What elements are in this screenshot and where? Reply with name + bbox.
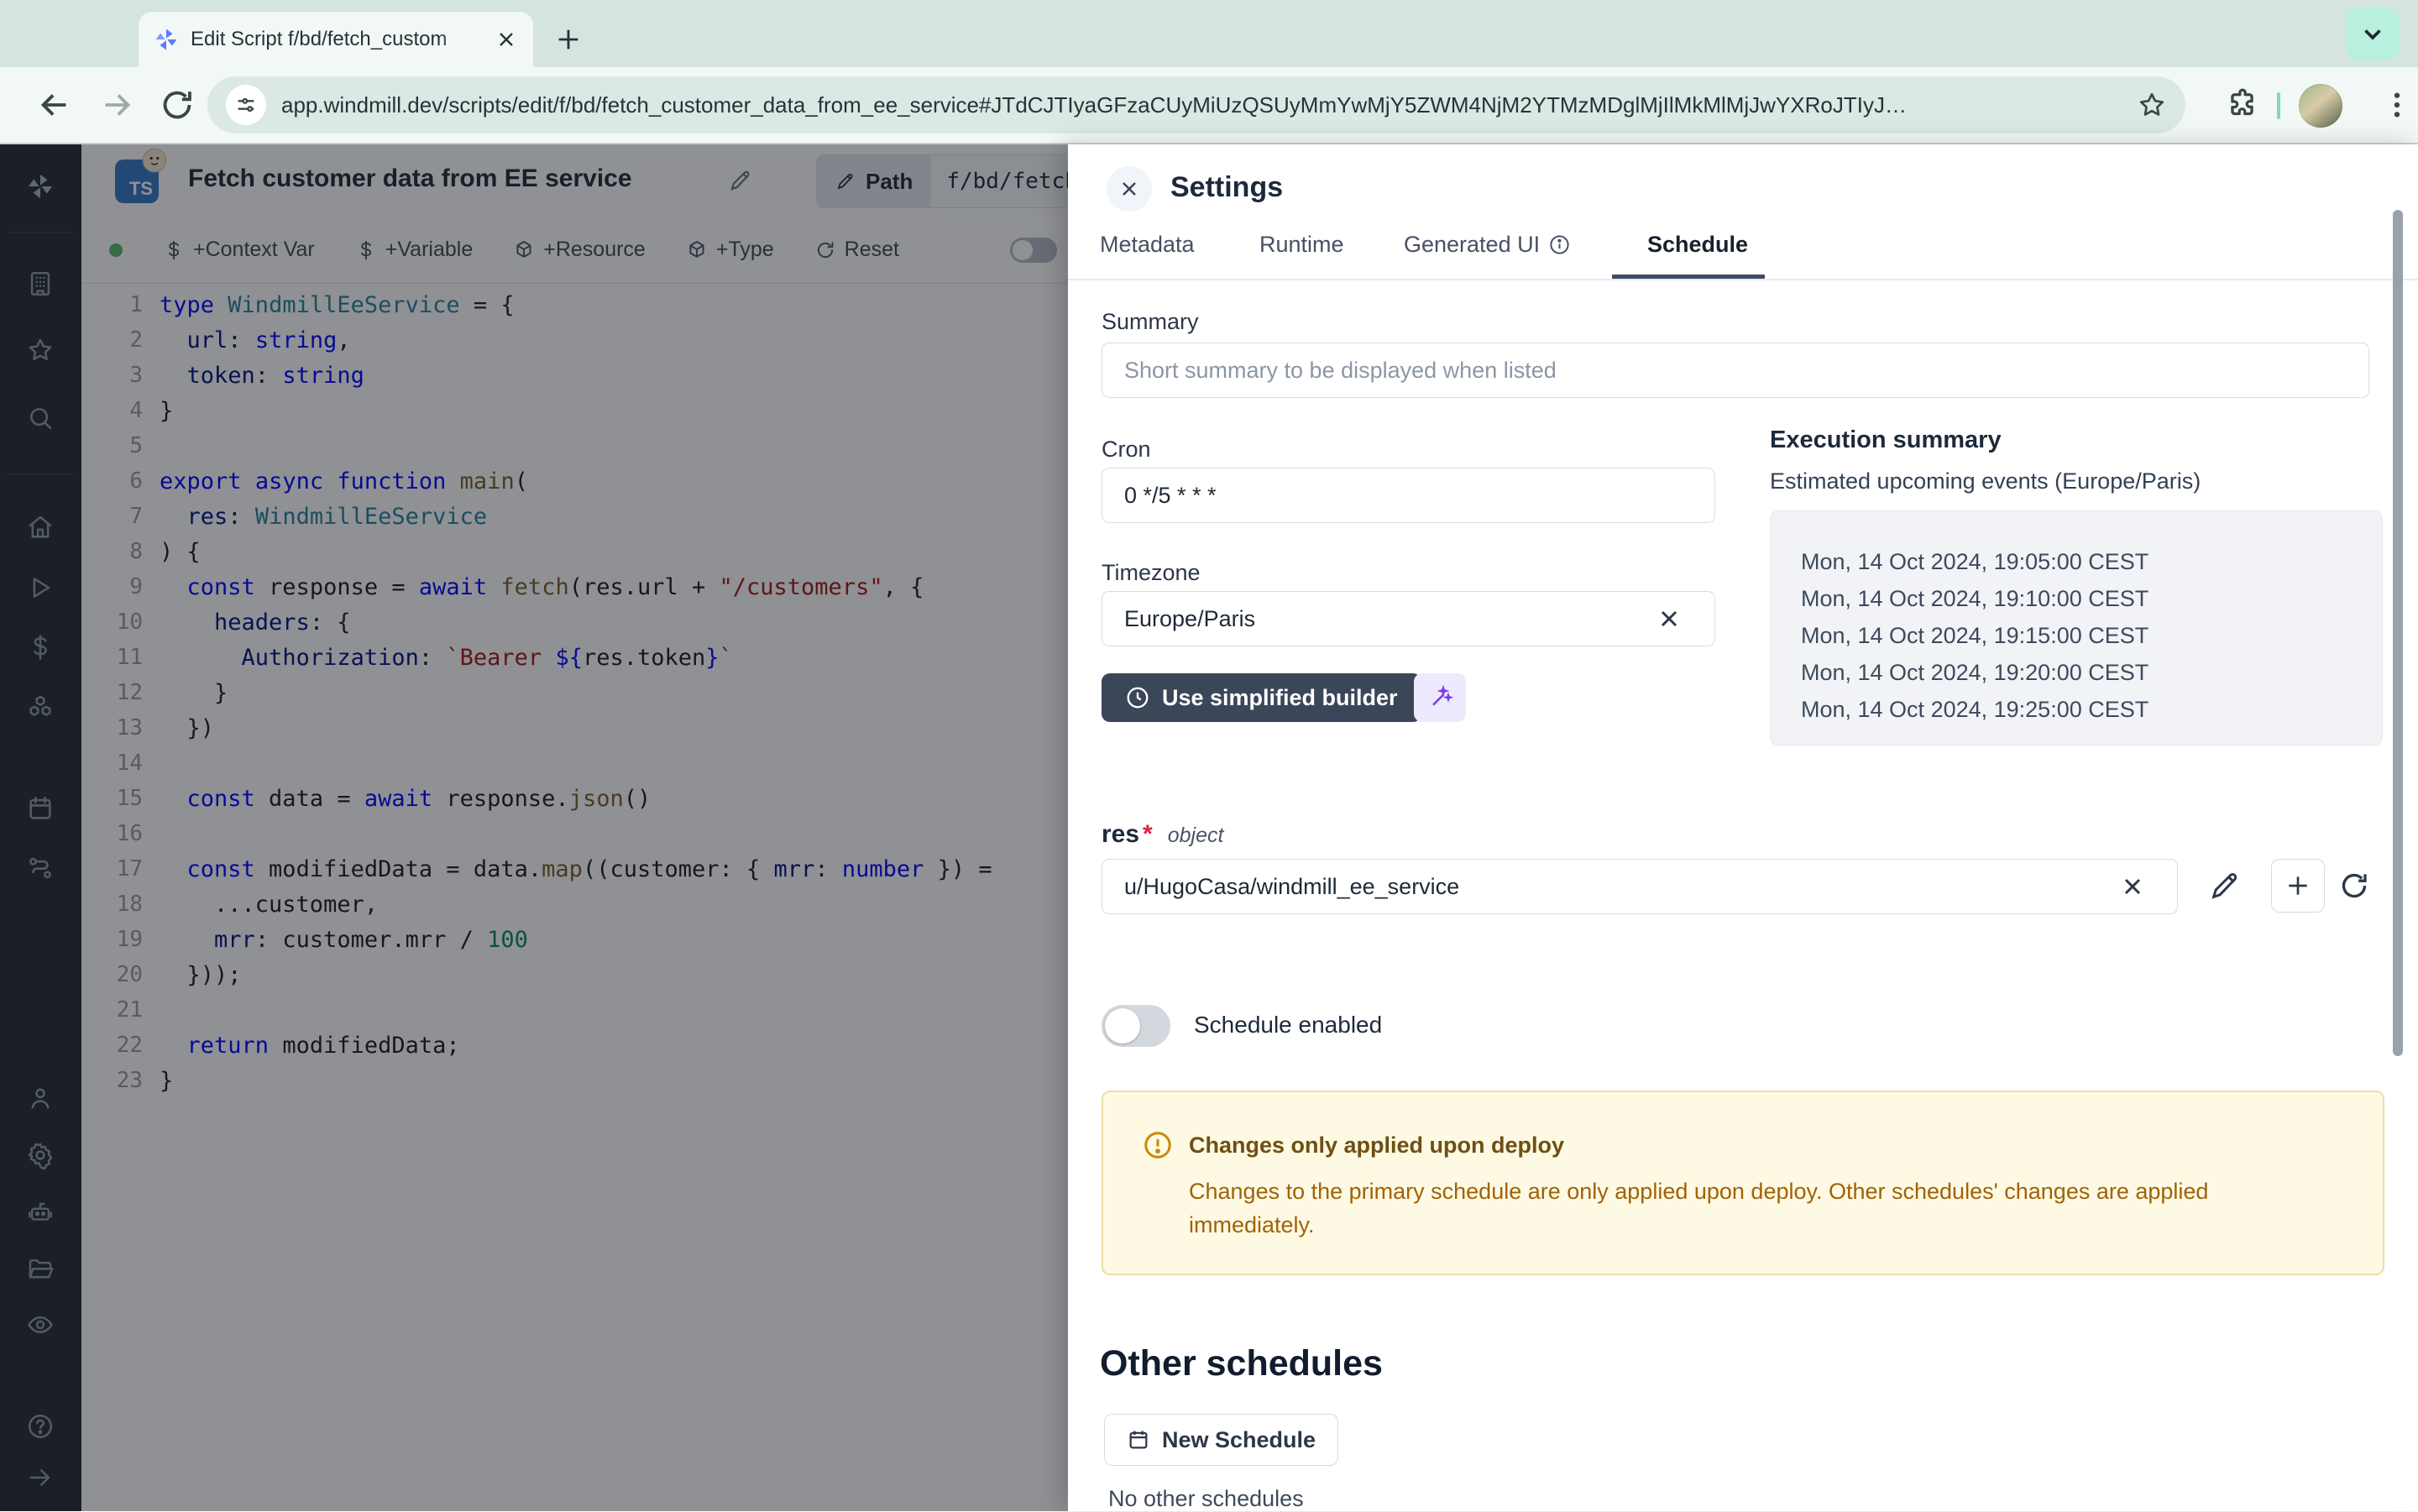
close-icon[interactable]: [1107, 166, 1152, 212]
settings-drawer: Settings Metadata Runtime Generated UI S…: [1068, 144, 2418, 1511]
magic-wand-icon: [1426, 684, 1453, 711]
new-tab-button[interactable]: [550, 21, 587, 58]
tab-title: Edit Script f/bd/fetch_custom: [191, 28, 483, 51]
execution-summary-subheading: Estimated upcoming events (Europe/Paris): [1770, 468, 2201, 494]
warning-title: Changes only applied upon deploy: [1189, 1133, 1564, 1159]
panel-title: Settings: [1170, 171, 1283, 204]
required-asterisk: *: [1143, 820, 1153, 849]
tab-runtime[interactable]: Runtime: [1259, 232, 1344, 258]
back-icon[interactable]: [35, 86, 74, 124]
no-other-schedules-text: No other schedules: [1108, 1486, 1304, 1512]
schedule-event: Mon, 14 Oct 2024, 19:20:00 CEST: [1801, 654, 2382, 691]
other-schedules-heading: Other schedules: [1100, 1343, 1383, 1384]
windmill-favicon: [154, 27, 179, 52]
cron-input[interactable]: [1102, 468, 1715, 523]
res-input[interactable]: [1102, 859, 2178, 914]
panel-scrollbar[interactable]: [2393, 210, 2403, 1056]
use-simplified-builder-button[interactable]: Use simplified builder: [1102, 673, 1421, 722]
timezone-label: Timezone: [1102, 560, 1201, 586]
calendar-icon: [1127, 1428, 1150, 1452]
browser-menu-icon[interactable]: [2379, 87, 2415, 123]
schedule-event: Mon, 14 Oct 2024, 19:25:00 CEST: [1801, 691, 2382, 728]
res-edit-pencil-icon[interactable]: [2208, 869, 2242, 902]
schedule-event: Mon, 14 Oct 2024, 19:15:00 CEST: [1801, 617, 2382, 654]
browser-toolbar: app.windmill.dev/scripts/edit/f/bd/fetch…: [0, 67, 2418, 143]
profile-avatar[interactable]: [2299, 84, 2342, 128]
site-settings-icon[interactable]: [226, 85, 266, 125]
res-field-label: res * object: [1102, 820, 1223, 849]
forward-icon: [97, 86, 136, 124]
browser-tab[interactable]: Edit Script f/bd/fetch_custom: [139, 12, 533, 67]
res-refresh-icon[interactable]: [2337, 869, 2371, 902]
url-bar[interactable]: app.windmill.dev/scripts/edit/f/bd/fetch…: [207, 76, 2185, 133]
upcoming-events-box: Mon, 14 Oct 2024, 19:05:00 CESTMon, 14 O…: [1770, 510, 2383, 746]
summary-input[interactable]: [1102, 343, 2369, 398]
bookmark-star-icon[interactable]: [2137, 90, 2167, 120]
extensions-icon[interactable]: [2225, 87, 2260, 123]
summary-label: Summary: [1102, 309, 1199, 335]
ai-wand-button[interactable]: [1414, 673, 1466, 722]
info-icon: [1548, 233, 1571, 256]
browser-tab-bar: Edit Script f/bd/fetch_custom: [0, 0, 2418, 67]
app-content: TS Fetch customer data from EE service P…: [0, 143, 2418, 1511]
tabs-divider: [1068, 279, 2418, 280]
schedule-enabled-toggle[interactable]: [1102, 1005, 1170, 1047]
toolbar-separator: [2277, 92, 2280, 119]
reload-icon[interactable]: [158, 86, 196, 124]
builder-button-label: Use simplified builder: [1162, 685, 1398, 711]
schedule-event: Mon, 14 Oct 2024, 19:10:00 CEST: [1801, 580, 2382, 617]
schedule-enabled-label: Schedule enabled: [1194, 1012, 1382, 1039]
tab-close-icon[interactable]: [495, 28, 518, 51]
res-add-button[interactable]: [2271, 859, 2325, 913]
cron-label: Cron: [1102, 437, 1151, 463]
schedule-event: Mon, 14 Oct 2024, 19:05:00 CEST: [1801, 543, 2382, 580]
tab-generated-ui[interactable]: Generated UI: [1404, 232, 1571, 258]
alert-circle-icon: [1142, 1129, 1174, 1161]
res-name: res: [1102, 820, 1139, 849]
drawer-overlay[interactable]: [0, 144, 1068, 1511]
timezone-clear-icon[interactable]: [1656, 605, 1683, 632]
new-schedule-label: New Schedule: [1162, 1427, 1316, 1453]
clock-icon: [1125, 685, 1150, 710]
res-type: object: [1168, 824, 1224, 848]
tab-metadata[interactable]: Metadata: [1100, 232, 1195, 258]
tab-schedule[interactable]: Schedule: [1647, 232, 1748, 258]
tab-generated-ui-label: Generated UI: [1404, 232, 1540, 258]
window-chevron-button[interactable]: [2346, 7, 2400, 60]
deploy-warning-box: Changes only applied upon deploy Changes…: [1102, 1091, 2384, 1275]
res-clear-icon[interactable]: [2119, 873, 2146, 900]
execution-summary-heading: Execution summary: [1770, 426, 2002, 454]
warning-body: Changes to the primary schedule are only…: [1189, 1175, 2339, 1242]
new-schedule-button[interactable]: New Schedule: [1104, 1414, 1338, 1466]
url-text: app.windmill.dev/scripts/edit/f/bd/fetch…: [281, 92, 2122, 118]
timezone-input[interactable]: [1102, 591, 1715, 646]
